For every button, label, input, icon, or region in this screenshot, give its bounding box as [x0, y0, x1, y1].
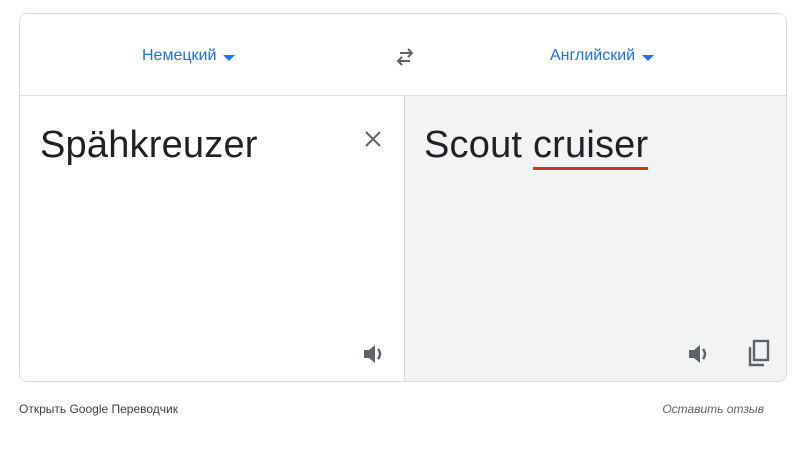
copy-translation-button[interactable]: [745, 338, 773, 368]
source-pane: Spähkreuzer: [20, 96, 404, 381]
clear-source-button[interactable]: [360, 126, 386, 152]
source-text-input[interactable]: Spähkreuzer: [40, 124, 258, 167]
send-feedback-link[interactable]: Оставить отзыв: [662, 402, 764, 416]
translation-word-underlined: cruiser: [532, 124, 649, 170]
translation-word: Scout: [424, 124, 533, 166]
target-language-label: Английский: [550, 47, 636, 64]
language-bar: Немецкий Английский: [20, 14, 786, 96]
translation-pane: Scout cruiser: [404, 96, 786, 381]
source-language-label: Немецкий: [142, 47, 217, 64]
target-language-selector[interactable]: Английский: [550, 42, 655, 70]
speaker-icon: [364, 345, 382, 363]
listen-source-button[interactable]: [360, 340, 388, 368]
open-google-translate-link[interactable]: Открыть Google Переводчик: [19, 402, 178, 416]
speaker-icon: [689, 345, 707, 363]
swap-languages-button[interactable]: [390, 42, 420, 72]
close-icon: [365, 131, 381, 147]
listen-translation-button[interactable]: [685, 340, 713, 368]
chevron-down-icon: [642, 54, 655, 61]
translation-text: Scout cruiser: [424, 124, 649, 170]
translate-card: Немецкий Английский Spähkreuzer Scout cr…: [19, 13, 787, 382]
copy-icon: [748, 339, 770, 367]
source-language-selector[interactable]: Немецкий: [142, 42, 236, 70]
swap-arrows-icon: [396, 48, 414, 66]
chevron-down-icon: [223, 54, 236, 61]
